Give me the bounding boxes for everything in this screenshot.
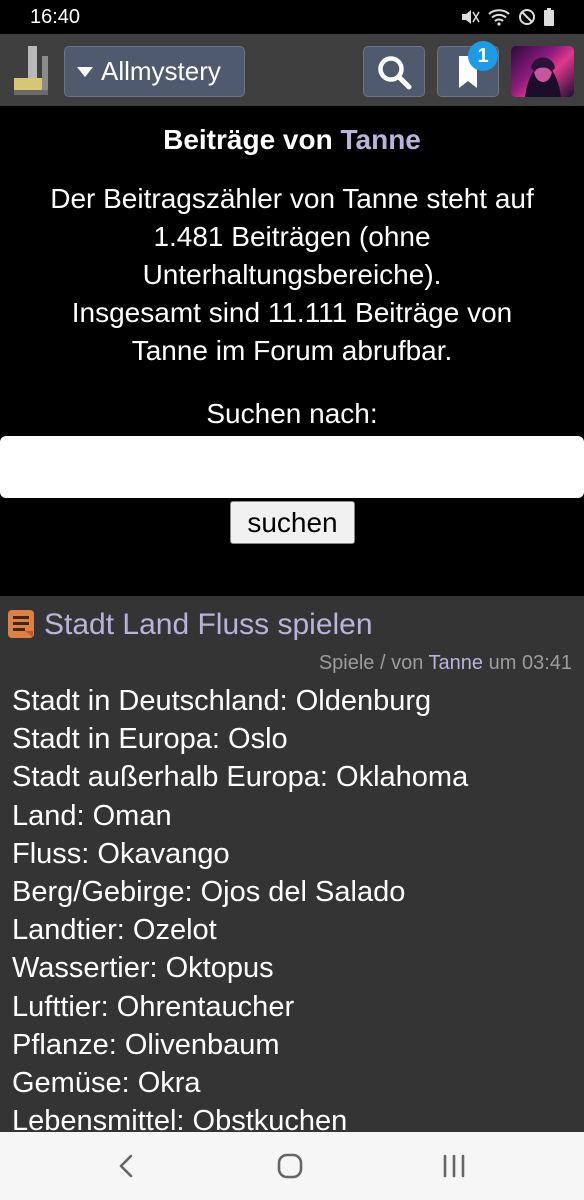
home-icon[interactable] [276,1151,304,1181]
notification-badge: 1 [468,41,498,71]
profile-section: Beiträge von Tanne Der Beitragszähler vo… [0,106,584,596]
forum-select-label: Allmystery [101,56,221,86]
post-by-label: / von [379,652,424,674]
post-line: Gemüse: Okra [12,1067,201,1100]
status-time: 16:40 [30,5,81,28]
post-title-link[interactable]: Stadt Land Fluss spielen [44,608,373,642]
search-input[interactable] [0,436,584,498]
chevron-down-icon [77,66,93,77]
post-line: Stadt in Europa: Oslo [12,723,288,756]
system-nav-bar [0,1132,584,1200]
post-line: Lebensmittel: Obstkuchen [12,1105,348,1132]
description-line: Der Beitragszähler von Tanne steht auf [50,183,534,214]
post-category-link[interactable]: Spiele [319,652,375,674]
title-prefix: Beiträge von [163,124,333,155]
search-button[interactable] [363,46,425,97]
title-username-link[interactable]: Tanne [341,124,421,155]
forum-select[interactable]: Allmystery [64,46,245,97]
avatar[interactable] [511,46,574,97]
post-line: Fluss: Okavango [12,837,230,870]
app-header: Allmystery 1 [0,34,584,106]
post-meta: Spiele / von Tanne um 03:41 [319,652,572,675]
post-line: Wassertier: Oktopus [12,952,274,985]
wifi-icon [488,9,510,26]
allmystery-logo-icon[interactable] [14,46,50,96]
description-line: Insgesamt sind 11.111 Beiträge von [71,297,513,328]
post-line: Landtier: Ozelot [12,914,217,947]
post-author-link[interactable]: Tanne [429,652,484,674]
post-card: Stadt Land Fluss spielen Spiele / von Ta… [0,596,584,1132]
description-line: 1.481 Beiträgen (ohne [153,221,431,252]
page-title: Beiträge von Tanne [0,124,584,156]
battery-icon [544,8,554,26]
status-icons [460,8,554,26]
post-body: Stadt in Deutschland: Oldenburg Stadt in… [12,682,572,1132]
post-line: Stadt in Deutschland: Oldenburg [12,685,432,717]
post-time: um 03:41 [488,652,572,674]
post-line: Land: Oman [12,799,172,832]
recent-apps-icon[interactable] [440,1151,468,1181]
post-line: Pflanze: Olivenbaum [12,1028,280,1061]
search-submit-button[interactable]: suchen [230,501,355,544]
post-line: Berg/Gebirge: Ojos del Salado [12,876,406,909]
search-label: Suchen nach: [206,398,378,429]
mute-icon [462,10,480,24]
profile-description: Der Beitragszähler von Tanne steht auf 1… [10,180,574,370]
search-icon [378,55,412,89]
description-line: Tanne im Forum abrufbar. [131,335,453,366]
description-line: Unterhaltungsbereiche). [142,259,442,290]
back-icon[interactable] [112,1148,142,1184]
post-line: Lufttier: Ohrentaucher [12,990,295,1023]
do-not-disturb-icon [519,9,535,25]
post-line: Stadt außerhalb Europa: Oklahoma [12,761,469,794]
bookmarks-button[interactable]: 1 [437,41,499,97]
post-icon [8,610,34,638]
status-bar: 16:40 [0,0,584,34]
